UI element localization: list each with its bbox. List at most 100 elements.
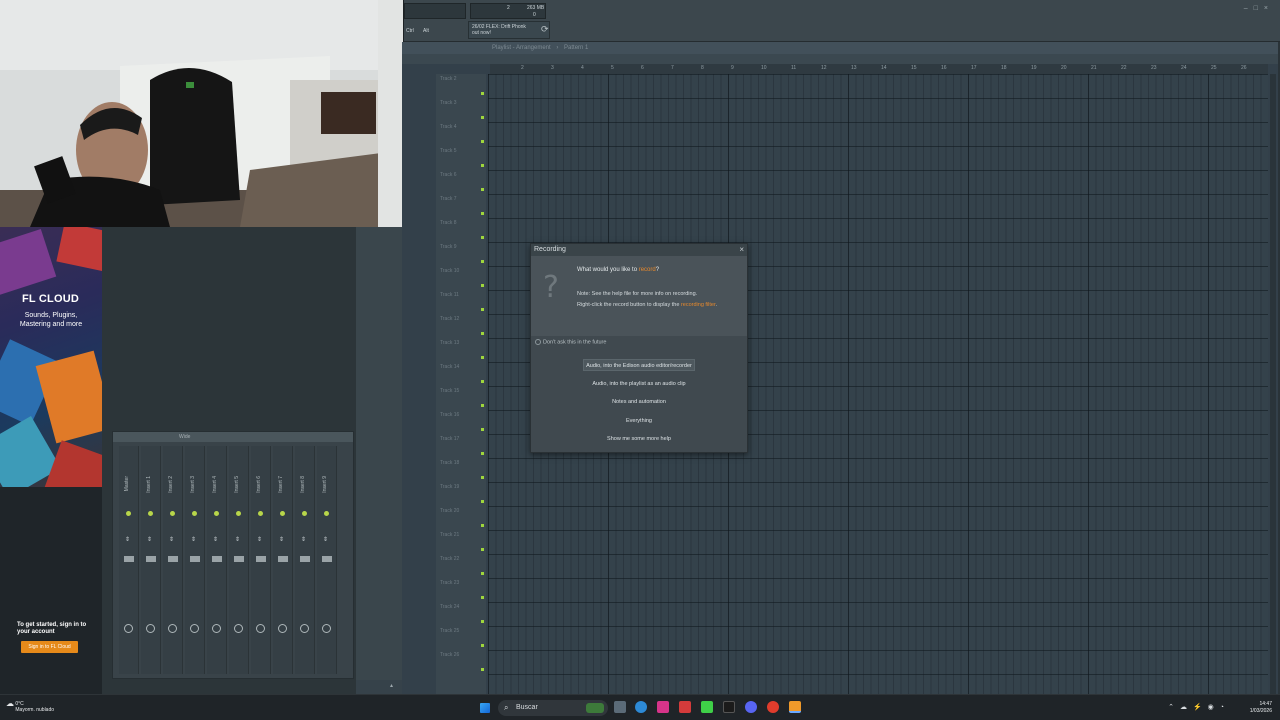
pan-knob-icon[interactable] [322, 624, 331, 633]
track-mute-led[interactable] [481, 476, 484, 479]
track-label[interactable]: Track 24 [440, 604, 459, 610]
route-arrow-icon[interactable]: ⇕ [257, 536, 262, 543]
track-label[interactable]: Track 9 [440, 244, 456, 250]
system-tray[interactable]: ⌃☁⚡◉◔ [1168, 703, 1230, 711]
mixer-insert-strip[interactable]: Insert 4 ⇕ [207, 446, 227, 674]
track-label[interactable]: Track 10 [440, 268, 459, 274]
volume-fader[interactable] [256, 556, 266, 562]
record-option-button[interactable]: Notes and automation [583, 396, 695, 408]
news-hint-panel[interactable]: 26/02 FLEX: Drift Phonk out now! [468, 21, 550, 39]
track-label[interactable]: Track 3 [440, 100, 456, 106]
discord-icon[interactable] [745, 701, 757, 713]
route-arrow-icon[interactable]: ⇕ [323, 536, 328, 543]
track-mute-led[interactable] [481, 596, 484, 599]
track-mute-led[interactable] [481, 92, 484, 95]
track-label[interactable]: Track 11 [440, 292, 459, 298]
track-label[interactable]: Track 15 [440, 388, 459, 394]
track-mute-led[interactable] [481, 380, 484, 383]
mixer-master-strip[interactable]: Master ⇕ [119, 446, 139, 674]
chrome-icon[interactable] [767, 701, 779, 713]
track-mute-led[interactable] [481, 284, 484, 287]
mixer-led-icon[interactable] [170, 511, 175, 516]
route-arrow-icon[interactable]: ⇕ [301, 536, 306, 543]
pan-knob-icon[interactable] [146, 624, 155, 633]
track-mute-led[interactable] [481, 500, 484, 503]
dont-ask-checkbox[interactable]: Don't ask this in the future [535, 339, 606, 345]
pan-knob-icon[interactable] [234, 624, 243, 633]
track-label[interactable]: Track 16 [440, 412, 459, 418]
vertical-scrollbar[interactable] [1270, 74, 1276, 694]
kick-icon[interactable] [701, 701, 713, 713]
pan-knob-icon[interactable] [168, 624, 177, 633]
track-label[interactable]: Track 8 [440, 220, 456, 226]
pattern-selector[interactable]: Pattern 1 [564, 45, 588, 51]
mixer-insert-strip[interactable]: Insert 5 ⇕ [229, 446, 249, 674]
track-mute-led[interactable] [481, 212, 484, 215]
pan-knob-icon[interactable] [300, 624, 309, 633]
track-label[interactable]: Track 25 [440, 628, 459, 634]
track-mute-led[interactable] [481, 572, 484, 575]
alt-key-label[interactable]: Alt [423, 28, 429, 34]
track-mute-led[interactable] [481, 668, 484, 671]
ctrl-key-label[interactable]: Ctrl [406, 28, 414, 34]
track-label[interactable]: Track 2 [440, 76, 456, 82]
track-mute-led[interactable] [481, 308, 484, 311]
task-view-icon[interactable] [614, 701, 626, 713]
windows-start-icon[interactable] [480, 703, 490, 713]
signin-button[interactable]: Sign in to FL Cloud [21, 641, 78, 653]
volume-fader[interactable] [124, 556, 134, 562]
track-mute-led[interactable] [481, 548, 484, 551]
window-controls[interactable]: –□× [1244, 5, 1274, 12]
track-mute-led[interactable] [481, 620, 484, 623]
track-label[interactable]: Track 14 [440, 364, 459, 370]
mixer-led-icon[interactable] [148, 511, 153, 516]
route-arrow-icon[interactable]: ⇕ [169, 536, 174, 543]
track-label[interactable]: Track 4 [440, 124, 456, 130]
edge-browser-icon[interactable] [635, 701, 647, 713]
taskbar-search[interactable]: ⌕ Buscar [498, 700, 608, 716]
volume-fader[interactable] [168, 556, 178, 562]
track-mute-led[interactable] [481, 404, 484, 407]
instagram-icon[interactable] [657, 701, 669, 713]
track-label[interactable]: Track 22 [440, 556, 459, 562]
mixer-insert-strip[interactable]: Insert 2 ⇕ [163, 446, 183, 674]
record-option-button[interactable]: Audio, into the Edison audio editor/reco… [583, 359, 695, 371]
track-label[interactable]: Track 20 [440, 508, 459, 514]
track-mute-led[interactable] [481, 524, 484, 527]
track-mute-led[interactable] [481, 452, 484, 455]
tiktok-icon[interactable] [723, 701, 735, 713]
route-arrow-icon[interactable]: ⇕ [279, 536, 284, 543]
track-mute-led[interactable] [481, 236, 484, 239]
track-label[interactable]: Track 21 [440, 532, 459, 538]
youtube-icon[interactable] [679, 701, 691, 713]
mixer-led-icon[interactable] [126, 511, 131, 516]
track-mute-led[interactable] [481, 356, 484, 359]
mixer-insert-strip[interactable]: Insert 3 ⇕ [185, 446, 205, 674]
track-mute-led[interactable] [481, 188, 484, 191]
mixer-led-icon[interactable] [302, 511, 307, 516]
pan-knob-icon[interactable] [256, 624, 265, 633]
mixer-led-icon[interactable] [258, 511, 263, 516]
route-arrow-icon[interactable]: ⇕ [235, 536, 240, 543]
mixer-led-icon[interactable] [280, 511, 285, 516]
volume-fader[interactable] [278, 556, 288, 562]
volume-fader[interactable] [322, 556, 332, 562]
track-label[interactable]: Track 13 [440, 340, 459, 346]
mixer-insert-strip[interactable]: Insert 8 ⇕ [295, 446, 315, 674]
pan-knob-icon[interactable] [124, 624, 133, 633]
route-arrow-icon[interactable]: ⇕ [147, 536, 152, 543]
taskbar-clock[interactable]: 14:47 1/03/2026 [1250, 701, 1272, 715]
track-label[interactable]: Track 23 [440, 580, 459, 586]
mixer-insert-strip[interactable]: Insert 7 ⇕ [273, 446, 293, 674]
weather-widget[interactable]: ☁ 0°C Mayorm. nublado [6, 700, 54, 714]
route-arrow-icon[interactable]: ⇕ [125, 536, 130, 543]
volume-fader[interactable] [146, 556, 156, 562]
record-option-button[interactable]: Audio, into the playlist as an audio cli… [583, 378, 695, 390]
record-option-button[interactable]: Everything [583, 415, 695, 427]
track-mute-led[interactable] [481, 428, 484, 431]
timeline-ruler[interactable]: 2 3 4 5 6 7 8 9 10 11 12 13 14 15 16 17 18 19 20 21 22 23 24 25… [490, 64, 1268, 74]
fl-studio-icon[interactable] [789, 701, 801, 713]
track-mute-led[interactable] [481, 164, 484, 167]
volume-fader[interactable] [212, 556, 222, 562]
mixer-led-icon[interactable] [236, 511, 241, 516]
